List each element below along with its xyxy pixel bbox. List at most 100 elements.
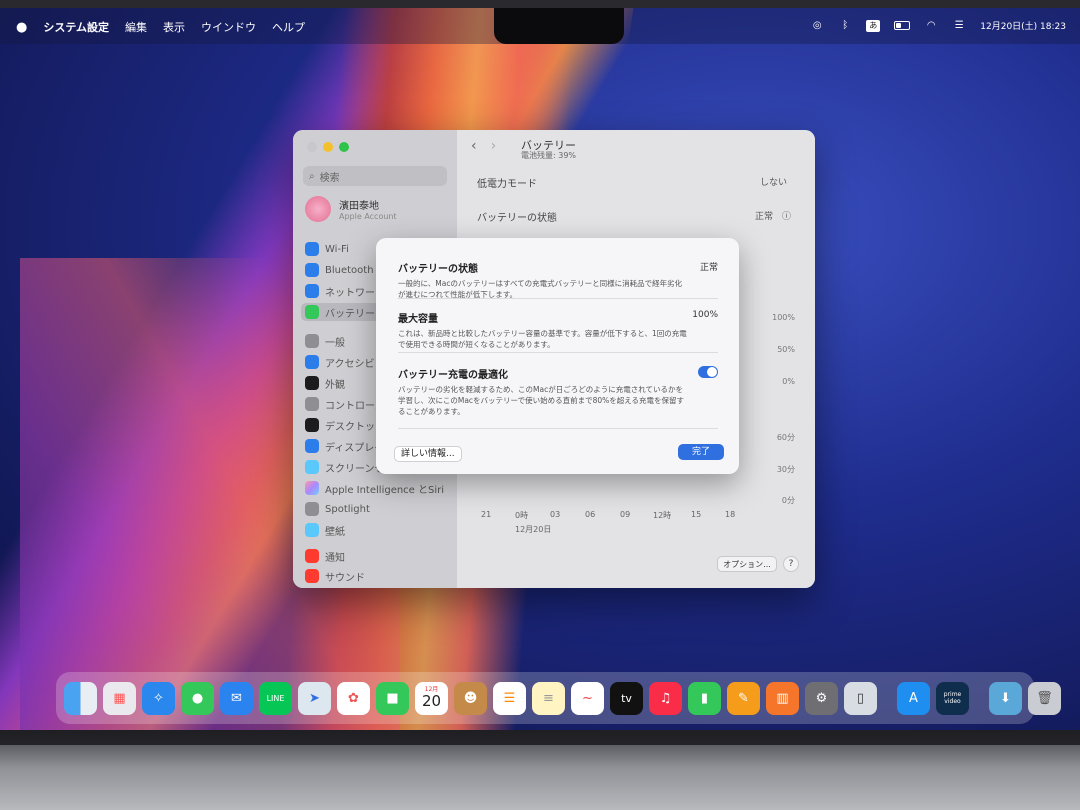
trash-icon[interactable]: 🗑 — [1028, 681, 1061, 715]
downloads-folder-icon[interactable]: ⬇ — [989, 681, 1022, 715]
control-center-icon — [305, 397, 319, 411]
menu-clock[interactable]: 12月20日(土) 18:23 — [980, 19, 1066, 32]
safari-icon[interactable]: ✧ — [142, 681, 175, 715]
sidebar-item-label: 通知 — [325, 552, 345, 564]
chart-x-label: 18 — [725, 510, 736, 519]
capacity-value: 100% — [692, 310, 718, 320]
menu-view[interactable]: 表示 — [163, 19, 185, 35]
zoom-window-button[interactable] — [339, 142, 349, 152]
menu-help[interactable]: ヘルプ — [272, 19, 305, 35]
chart-y-label: 100% — [772, 313, 795, 322]
sidebar-item-notifications[interactable]: 通知 — [305, 547, 453, 565]
sidebar-item-label: Wi-Fi — [325, 243, 349, 255]
globe-icon — [305, 284, 319, 298]
control-center-icon[interactable]: ☰ — [952, 20, 966, 32]
menu-bar: ● システム設定 編集 表示 ウインドウ ヘルプ ◎ ᛒ あ ◠ ☰ 12月20… — [0, 8, 1080, 44]
system-settings-icon[interactable]: ⚙ — [805, 681, 838, 715]
chart-x-label: 03 — [550, 510, 561, 519]
wifi-icon[interactable]: ◠ — [924, 20, 938, 32]
reminders-icon[interactable]: ☰ — [493, 681, 526, 715]
line-icon[interactable]: LINE — [259, 681, 292, 715]
info-icon[interactable]: ⓘ — [782, 209, 791, 222]
dock-icon — [305, 418, 319, 432]
airdrop-icon[interactable]: ◎ — [810, 20, 824, 32]
more-info-button[interactable]: 詳しい情報... — [394, 446, 462, 462]
iphone-mirroring-icon[interactable]: ▯ — [844, 681, 877, 715]
messages-icon[interactable]: ● — [181, 681, 214, 715]
music-icon[interactable]: ♫ — [649, 681, 682, 715]
chart-x-label: 15 — [691, 510, 702, 519]
facetime-icon[interactable]: ■ — [376, 681, 409, 715]
divider — [398, 352, 718, 353]
battery-health-sheet: バッテリーの状態 正常 一般的に、Macのバッテリーはすべての充電式バッテリーと… — [376, 238, 739, 474]
app-store-icon[interactable]: A — [897, 681, 930, 715]
menu-edit[interactable]: 編集 — [125, 19, 147, 35]
divider — [398, 428, 718, 429]
calendar-icon[interactable]: 12月 20 — [415, 681, 448, 715]
low-power-label: 低電力モード — [477, 179, 537, 190]
health-description: 一般的に、Macのバッテリーはすべての充電式バッテリーと同様に消耗品で経年劣化が… — [398, 279, 683, 299]
sidebar-item-sound[interactable]: サウンド — [305, 567, 453, 585]
numbers-icon[interactable]: ▮ — [688, 681, 721, 715]
low-power-select[interactable]: しない — [760, 175, 787, 188]
accessibility-icon — [305, 355, 319, 369]
battery-health-row: バッテリーの状態 正常 ⓘ — [477, 209, 797, 224]
battery-health-value: 正常 — [754, 212, 773, 222]
dock: ▦ ✧ ● ✉ LINE ➤ ✿ ■ 12月 20 ☻ ☰ ≡ ~ tv ♫ ▮… — [56, 672, 1061, 724]
chart-x-label: 12時 — [653, 511, 672, 520]
battery-icon[interactable] — [894, 21, 911, 30]
chart-x-label: 06 — [585, 510, 596, 519]
laptop-chassis — [0, 745, 1080, 810]
input-method-icon[interactable]: あ — [866, 19, 881, 32]
search-icon: ⌕ — [309, 170, 315, 182]
wallpaper-icon — [305, 523, 319, 537]
menu-window[interactable]: ウインドウ — [201, 19, 256, 35]
appearance-icon — [305, 376, 319, 390]
apple-menu-icon[interactable]: ● — [16, 20, 27, 35]
sidebar-item-label: 一般 — [325, 337, 345, 349]
chart-y-label: 60分 — [776, 433, 795, 442]
maps-icon[interactable]: ➤ — [298, 681, 331, 715]
sidebar-item-wallpaper[interactable]: 壁紙 — [305, 521, 453, 539]
back-arrow-icon[interactable]: ‹ — [471, 138, 477, 154]
health-section: バッテリーの状態 正常 一般的に、Macのバッテリーはすべての充電式バッテリーと… — [398, 260, 718, 300]
mail-icon[interactable]: ✉ — [220, 681, 253, 715]
books-icon[interactable]: ▥ — [766, 681, 799, 715]
finder-icon[interactable] — [64, 681, 97, 715]
optimize-description: バッテリーの劣化を軽減するため、このMacが日ごろどのように充電されているかを学… — [398, 385, 685, 416]
chart-y-label: 50% — [777, 345, 795, 354]
launchpad-icon[interactable]: ▦ — [103, 681, 136, 715]
app-menu[interactable]: システム設定 — [43, 19, 109, 35]
contacts-icon[interactable]: ☻ — [454, 681, 487, 715]
battery-icon — [305, 305, 319, 319]
sidebar-search-input[interactable]: ⌕ 検索 — [303, 166, 447, 186]
notes-icon[interactable]: ≡ — [532, 681, 565, 715]
calendar-day: 20 — [421, 692, 442, 710]
done-button[interactable]: 完了 — [678, 444, 724, 460]
chart-x-label: 09 — [620, 510, 631, 519]
help-button[interactable]: ? — [783, 556, 799, 572]
pages-icon[interactable]: ✎ — [727, 681, 760, 715]
sidebar-item-label: 壁紙 — [325, 526, 345, 538]
gear-icon — [305, 334, 319, 348]
optimize-charging-toggle[interactable] — [698, 366, 718, 378]
spotlight-icon — [305, 502, 319, 516]
low-power-row: 低電力モード しない — [477, 175, 797, 190]
siri-icon — [305, 481, 319, 495]
freeform-icon[interactable]: ~ — [571, 681, 604, 715]
sidebar-item-spotlight[interactable]: Spotlight — [305, 500, 453, 518]
prime-video-icon[interactable]: prime video — [936, 681, 969, 715]
photos-icon[interactable]: ✿ — [337, 681, 370, 715]
bluetooth-icon[interactable]: ᛒ — [838, 20, 852, 32]
minimize-window-button[interactable] — [323, 142, 333, 152]
close-window-button[interactable] — [307, 142, 317, 152]
sidebar-item-apple-intelligence[interactable]: Apple Intelligence とSiri — [305, 479, 453, 497]
account-row[interactable]: 濱田泰地 Apple Account — [305, 196, 397, 222]
options-button[interactable]: オプション... — [717, 556, 777, 572]
chart-y-label: 30分 — [776, 465, 795, 474]
battery-level-text: 電池残量: 39% — [521, 151, 577, 160]
bell-icon — [305, 549, 319, 563]
sidebar-item-label: Apple Intelligence とSiri — [325, 484, 445, 496]
apple-tv-icon[interactable]: tv — [610, 681, 643, 715]
forward-arrow-icon[interactable]: › — [491, 138, 497, 154]
